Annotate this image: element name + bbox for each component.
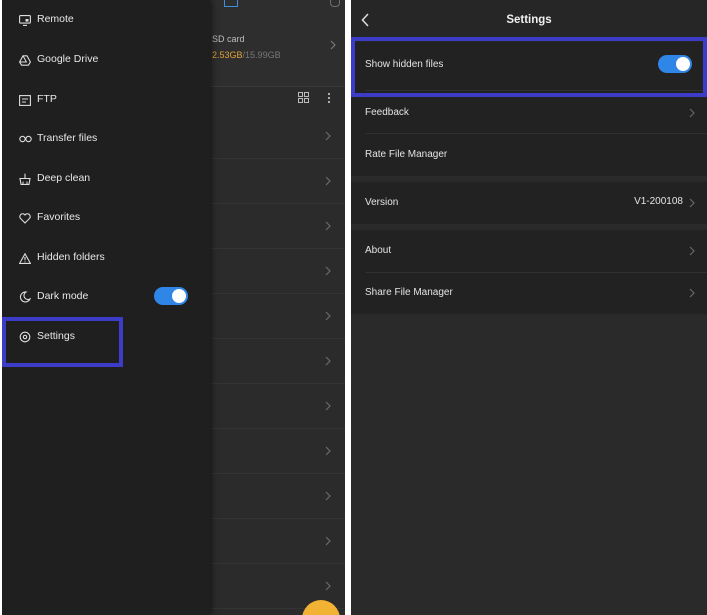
feedback-row[interactable]: Feedback — [351, 91, 707, 133]
storage-label: SD card — [212, 34, 245, 44]
drawer-item-transfer-files[interactable]: Transfer files — [2, 124, 210, 154]
drawer-item-deep-clean[interactable]: Deep clean — [2, 164, 210, 194]
chevron-right-icon — [321, 397, 335, 415]
share-file-manager-label: Share File Manager — [365, 287, 453, 298]
rate-file-manager-row[interactable]: Rate File Manager — [351, 134, 707, 176]
drawer-item-label: Google Drive — [37, 53, 99, 65]
storage-usage: 2.53GB/15.99GB — [212, 50, 281, 60]
page-title: Settings — [506, 14, 552, 26]
about-label: About — [365, 245, 392, 256]
drawer-item-label: Dark mode — [37, 290, 89, 302]
dark-mode-toggle[interactable] — [154, 287, 188, 305]
list-item[interactable] — [210, 339, 345, 384]
list-item[interactable] — [210, 474, 345, 519]
storage-used: 2.53GB — [212, 50, 243, 60]
navigation-drawer: Remote Google Drive FTP Transfer files D… — [2, 0, 210, 615]
chevron-right-icon — [321, 217, 335, 235]
rate-file-manager-label: Rate File Manager — [365, 149, 448, 160]
drawer-item-hidden-folders[interactable]: Hidden folders — [2, 243, 210, 273]
chevron-right-icon — [689, 288, 695, 298]
drawer-item-google-drive[interactable]: Google Drive — [2, 45, 210, 75]
chevron-right-icon — [321, 577, 335, 595]
chevron-right-icon — [321, 352, 335, 370]
drawer-item-ftp[interactable]: FTP — [2, 85, 210, 115]
feedback-label: Feedback — [365, 107, 409, 118]
version-label: Version — [365, 197, 399, 208]
ftp-icon — [18, 93, 32, 107]
toggle-knob — [172, 289, 186, 303]
chevron-right-icon — [321, 532, 335, 550]
drawer-item-remote[interactable]: Remote — [2, 5, 210, 35]
warning-icon — [18, 251, 32, 265]
storage-total: 15.99GB — [245, 50, 281, 60]
settings-card-about: About Share File Manager — [351, 230, 707, 314]
remote-icon — [18, 13, 32, 27]
list-item[interactable] — [210, 519, 345, 564]
chevron-right-icon — [321, 172, 335, 190]
about-row[interactable]: About — [351, 230, 707, 272]
drawer-item-label: Favorites — [37, 211, 81, 223]
drawer-item-label: Deep clean — [37, 172, 91, 184]
drawer-item-label: Transfer files — [37, 132, 98, 144]
settings-highlight-box — [2, 317, 123, 367]
transfer-icon — [18, 132, 32, 146]
list-item[interactable] — [210, 159, 345, 204]
chevron-right-icon — [689, 108, 695, 118]
show-hidden-files-highlight-box — [351, 37, 707, 97]
chevron-right-icon — [321, 487, 335, 505]
heart-icon — [18, 211, 32, 225]
chevron-right-icon — [321, 127, 335, 145]
search-icon[interactable] — [330, 0, 340, 7]
drawer-item-label: Hidden folders — [37, 251, 105, 263]
list-item[interactable] — [210, 294, 345, 339]
list-item[interactable] — [210, 429, 345, 474]
left-screen: SD card 2.53GB/15.99GB Remote Google Dri… — [2, 0, 345, 615]
google-drive-icon — [18, 53, 32, 67]
drawer-item-label: FTP — [37, 93, 57, 105]
deep-clean-icon — [18, 172, 32, 186]
drawer-item-favorites[interactable]: Favorites — [2, 203, 210, 233]
list-item[interactable] — [210, 204, 345, 249]
grid-view-icon[interactable] — [298, 92, 309, 103]
list-item[interactable] — [210, 114, 345, 159]
chevron-right-icon — [689, 198, 695, 208]
share-file-manager-row[interactable]: Share File Manager — [351, 273, 707, 314]
chevron-right-icon — [689, 246, 695, 256]
moon-icon — [18, 290, 32, 304]
more-options-icon[interactable] — [327, 92, 331, 104]
app-bar: Settings — [351, 0, 707, 42]
chevron-right-icon — [321, 442, 335, 460]
chevron-right-icon — [330, 40, 336, 50]
drawer-item-label: Remote — [37, 13, 74, 25]
storage-icon — [224, 0, 238, 7]
chevron-right-icon — [321, 262, 335, 280]
chevron-right-icon — [321, 307, 335, 325]
list-item[interactable] — [210, 249, 345, 294]
version-value: V1-200108 — [634, 196, 683, 207]
list-item[interactable] — [210, 384, 345, 429]
